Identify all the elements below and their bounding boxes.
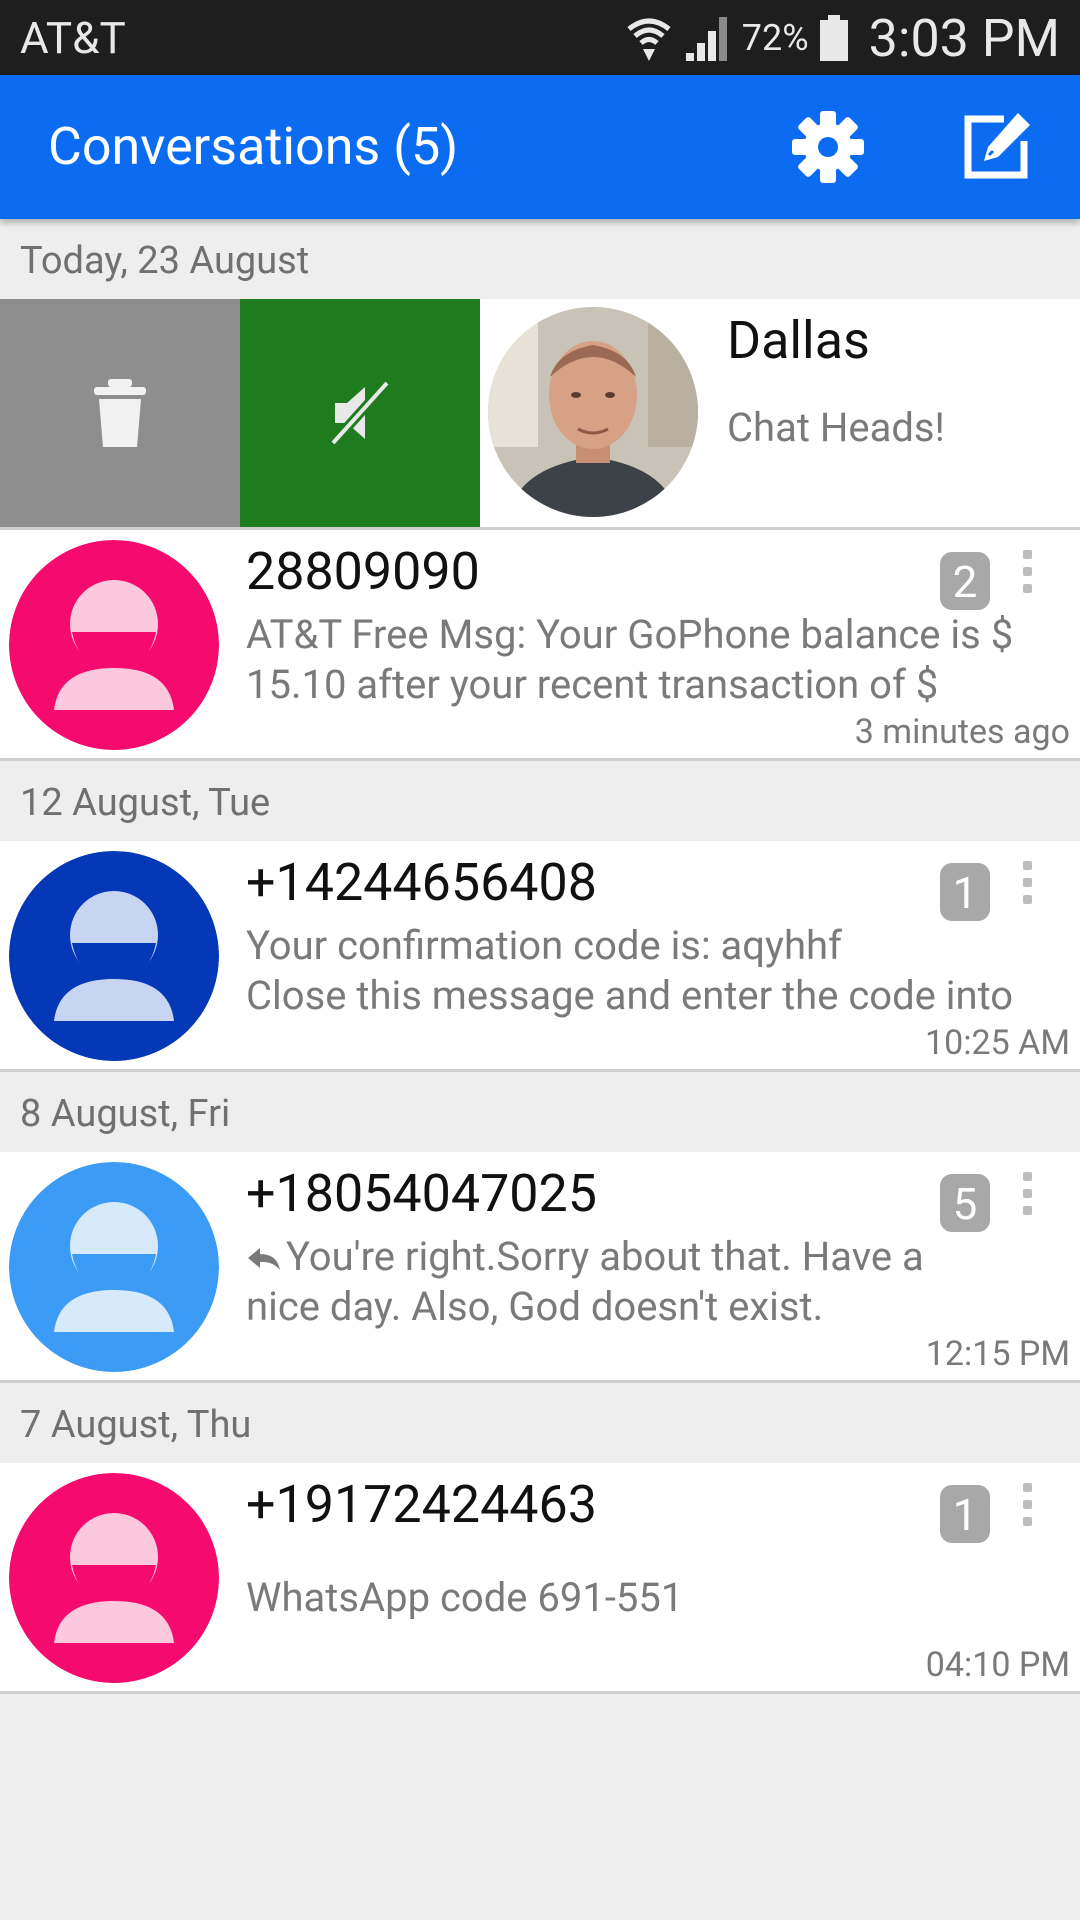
date-header: 12 August, Tue [0, 761, 1080, 841]
message-time: 04:10 PM [925, 1645, 1070, 1685]
conversation-row[interactable]: +14244656408 1 Your confirmation code is… [0, 841, 1080, 1072]
avatar [9, 540, 219, 750]
signal-icon [684, 13, 732, 63]
message-snippet: AT&T Free Msg: Your GoPhone balance is $… [246, 611, 1014, 708]
status-bar: AT&T 72% 3:03 PM [0, 0, 1080, 75]
reply-icon [248, 1248, 280, 1271]
message-snippet: WhatsApp code 691-551 [246, 1574, 684, 1621]
message-time: 10:25 AM [925, 1023, 1070, 1063]
unread-count-badge: 1 [940, 863, 990, 921]
unread-count-badge: 1 [940, 1485, 990, 1543]
contact-name: Dallas [727, 310, 870, 371]
date-header: Today, 23 August [0, 219, 1080, 299]
mute-icon [329, 379, 391, 447]
message-snippet: You're right.Sorry about that. Have a ni… [246, 1233, 924, 1330]
battery-icon [819, 13, 849, 63]
message-snippet: Chat Heads! [727, 404, 945, 451]
date-header: 7 August, Thu [0, 1383, 1080, 1463]
more-options-icon[interactable] [1012, 861, 1042, 921]
unread-count-badge: 5 [940, 1174, 990, 1232]
settings-button[interactable] [790, 109, 866, 185]
date-header: 8 August, Fri [0, 1072, 1080, 1152]
conversation-row[interactable]: +19172424463 1 WhatsApp code 691-551 04:… [0, 1463, 1080, 1694]
more-options-icon[interactable] [1012, 1172, 1042, 1232]
message-time: 3 minutes ago [854, 712, 1070, 752]
compose-button[interactable] [958, 109, 1034, 185]
more-options-icon[interactable] [1012, 1483, 1042, 1543]
avatar [9, 851, 219, 1061]
clock: 3:03 PM [868, 7, 1060, 69]
page-title: Conversations (5) [48, 116, 459, 177]
swiped-conversation-row[interactable]: Dallas Chat Heads! [0, 299, 1080, 530]
conversation-list: Today, 23 August Dallas Chat Heads! 2880… [0, 219, 1080, 1694]
contact-name: +14244656408 [246, 852, 597, 913]
contact-name: +18054047025 [246, 1163, 597, 1224]
message-snippet: Your confirmation code is: aqyhhf Close … [246, 922, 1014, 1019]
avatar [9, 1162, 219, 1372]
gear-icon [792, 111, 864, 183]
unread-count-badge: 2 [940, 552, 990, 610]
wifi-icon [624, 11, 674, 65]
trash-icon [94, 379, 146, 447]
mute-button[interactable] [240, 299, 480, 527]
battery-percent: 72% [741, 17, 809, 59]
contact-name: +19172424463 [246, 1474, 597, 1535]
conversation-row[interactable]: 28809090 2 AT&T Free Msg: Your GoPhone b… [0, 530, 1080, 761]
carrier-name: AT&T [20, 12, 126, 64]
delete-button[interactable] [0, 299, 240, 527]
more-options-icon[interactable] [1012, 550, 1042, 610]
status-icons: 72% 3:03 PM [624, 6, 1060, 70]
contact-name: 28809090 [246, 541, 480, 602]
avatar [9, 1473, 219, 1683]
message-time: 12:15 PM [925, 1334, 1070, 1374]
compose-icon [964, 113, 1030, 179]
action-bar: Conversations (5) [0, 75, 1080, 219]
conversation-row[interactable]: +18054047025 5 You're right.Sorry about … [0, 1152, 1080, 1383]
avatar-photo [488, 307, 698, 517]
